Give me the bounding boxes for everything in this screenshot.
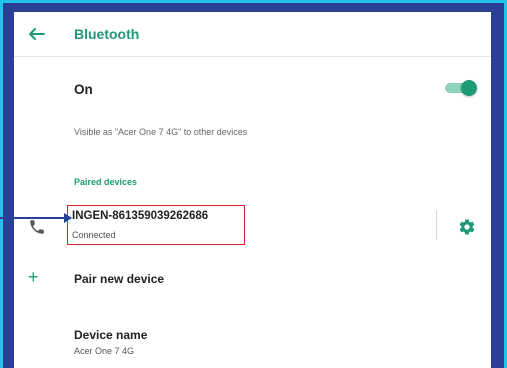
- arrow-left-icon[interactable]: [24, 22, 48, 46]
- annotation-arrow-icon: [0, 213, 72, 223]
- pair-new-device-label[interactable]: Pair new device: [74, 272, 164, 286]
- divider: [436, 210, 437, 240]
- visibility-text: Visible as "Acer One 7 4G" to other devi…: [74, 127, 248, 137]
- paired-device-name[interactable]: INGEN-861359039262686: [72, 210, 208, 222]
- page-title: Bluetooth: [74, 26, 140, 42]
- toggle-thumb: [461, 80, 477, 96]
- plus-icon[interactable]: +: [28, 268, 39, 286]
- device-name-title[interactable]: Device name: [74, 328, 147, 342]
- app-bar: Bluetooth: [14, 12, 491, 57]
- bluetooth-settings-screen: Bluetooth On Visible as "Acer One 7 4G" …: [14, 12, 491, 368]
- paired-device-status: Connected: [72, 230, 116, 240]
- gear-icon[interactable]: [458, 218, 476, 236]
- device-name-value: Acer One 7 4G: [74, 346, 135, 356]
- paired-devices-header: Paired devices: [74, 177, 138, 187]
- bluetooth-toggle[interactable]: [443, 80, 477, 96]
- bluetooth-on-label: On: [74, 82, 93, 97]
